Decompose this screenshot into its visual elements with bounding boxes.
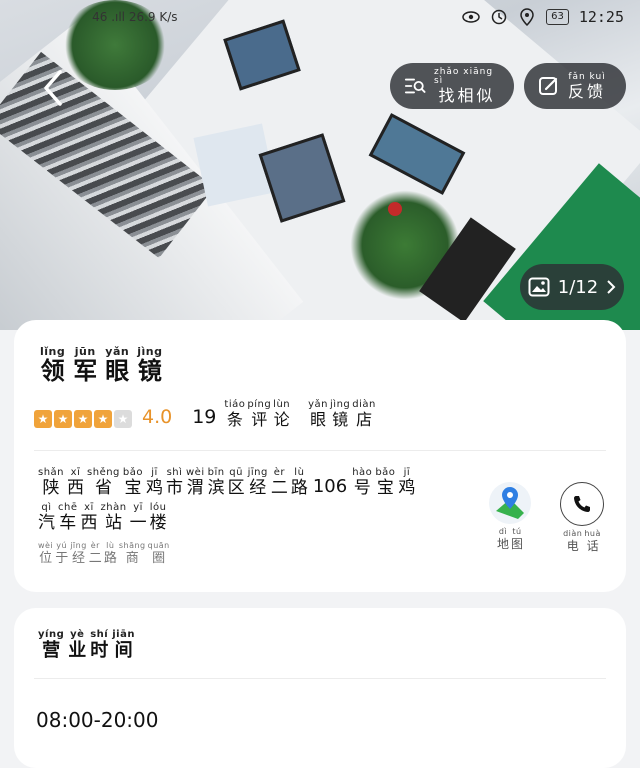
pinyin-char: yú 于 xyxy=(55,541,69,566)
store-name: lǐng 领 jūn 军 yǎn 眼 jìng 镜 xyxy=(40,346,163,383)
photo-flower xyxy=(388,202,402,216)
business-hours-time: 08:00-20:00 xyxy=(36,708,159,732)
business-hours-title: yíng 营 yè 业 shí 时 jiān 间 xyxy=(38,630,135,660)
pinyin-char: lù 路 xyxy=(290,467,308,498)
find-similar-icon xyxy=(404,78,426,94)
pinyin-char: lóu 楼 xyxy=(149,502,167,533)
alarm-icon xyxy=(490,8,508,26)
pinyin-char: yíng 营 xyxy=(38,629,65,661)
star-rating: ★ ★ ★ ★ ★ xyxy=(34,410,132,428)
pinyin-char: jìng 镜 xyxy=(137,345,163,385)
find-similar-button[interactable]: zhǎo xiāng sì 找相似 xyxy=(390,63,514,109)
pinyin-char: yǎn 眼 xyxy=(105,345,130,385)
location-icon xyxy=(518,8,536,26)
pinyin-char: lùn 论 xyxy=(273,399,291,429)
pinyin-char: èr 二 xyxy=(270,467,288,498)
star-icon: ★ xyxy=(34,410,52,428)
edit-icon xyxy=(539,77,558,95)
map-button[interactable]: dì 地 tú 图 xyxy=(480,482,540,550)
pinyin-char: shí 时 xyxy=(90,629,109,661)
pinyin-char: tiáo 条 xyxy=(224,399,246,429)
eye-icon xyxy=(462,8,480,26)
nearby-area: wèi 位 yú 于 jīng 经 èr 二 lù 路 shāng 商 quān 圈 xyxy=(38,541,170,566)
feedback-label: fǎn kuì 反馈 xyxy=(568,71,607,101)
divider xyxy=(34,450,606,451)
feedback-button[interactable]: fǎn kuì 反馈 xyxy=(524,63,626,109)
pinyin-char: dì 地 xyxy=(496,527,509,551)
back-button[interactable] xyxy=(36,68,72,108)
pinyin-char: huà 话 xyxy=(584,529,601,553)
gallery-counter: 1/12 xyxy=(557,276,599,298)
pinyin-char: shěng 省 xyxy=(87,467,120,498)
pinyin-char: hào 号 xyxy=(352,467,373,498)
pinyin-char: píng 评 xyxy=(247,399,272,429)
pinyin-char: jīng 经 xyxy=(70,541,87,566)
pinyin-char: jīng 经 xyxy=(247,467,268,498)
pinyin-char: wèi 渭 xyxy=(186,467,205,498)
battery-icon: 63 xyxy=(546,9,569,25)
review-label[interactable]: tiáo 条 píng 评 lùn 论 xyxy=(224,400,290,428)
pinyin-char: jìng 镜 xyxy=(330,399,351,429)
network-status: 46 .ıll 26.9 K/s xyxy=(92,10,178,24)
pinyin-char: yè 业 xyxy=(68,629,87,661)
pinyin-char: xī 西 xyxy=(67,467,85,498)
call-label: diàn 电 huà 话 xyxy=(563,529,601,553)
phone-icon xyxy=(560,482,604,526)
pinyin-char: chē 车 xyxy=(58,502,78,533)
rating-row: ★ ★ ★ ★ ★ 4.0 19 tiáo 条 píng 评 lùn 论 yǎn 眼 jìng 镜 dià… xyxy=(34,400,376,428)
pinyin-char: diàn 店 xyxy=(352,399,376,429)
store-address[interactable]: shǎn 陕 xī 西 shěng 省 bǎo 宝 jī 鸡 shì 市 wèi 渭 bīn 滨 qū 区 jīng… xyxy=(38,468,448,538)
pinyin-char: lǐng 领 xyxy=(40,345,66,385)
pinyin-char: bǎo 宝 xyxy=(375,467,396,498)
business-hours-card: yíng 营 yè 业 shí 时 jiān 间 08:00-20:00 xyxy=(14,608,626,768)
pinyin-char: lù 路 xyxy=(103,541,117,566)
map-icon xyxy=(489,482,531,524)
gallery-counter-button[interactable]: 1/12 xyxy=(520,264,624,310)
pinyin-char: zhàn 站 xyxy=(100,502,127,533)
clock: 12:25 xyxy=(578,8,624,26)
image-icon xyxy=(528,277,550,297)
pinyin-char: quān 圈 xyxy=(147,541,170,566)
pinyin-char: yī 一 xyxy=(129,502,147,533)
address-line: shǎn 陕 xī 西 shěng 省 bǎo 宝 jī 鸡 shì 市 wèi 渭 bīn 滨 qū 区 jīng… xyxy=(38,467,448,498)
star-icon: ★ xyxy=(54,410,72,428)
find-similar-label: zhǎo xiāng sì 找相似 xyxy=(433,67,496,105)
store-category: yǎn 眼 jìng 镜 diàn 店 xyxy=(308,400,376,428)
pinyin-char: shì 市 xyxy=(166,467,183,498)
chevron-left-icon xyxy=(44,70,62,106)
review-count[interactable]: 19 xyxy=(192,406,216,428)
pinyin-char: yǎn 眼 xyxy=(308,399,329,429)
star-icon: ★ xyxy=(114,410,132,428)
map-label: dì 地 tú 图 xyxy=(496,527,524,551)
pinyin-char: bǎo 宝 xyxy=(122,467,143,498)
pinyin-char: èr 二 xyxy=(88,541,102,566)
pinyin-char: shǎn 陕 xyxy=(38,467,65,498)
pinyin-char: tú 图 xyxy=(511,527,524,551)
pinyin-char: diàn 电 xyxy=(563,529,583,553)
pinyin-char: jī 鸡 xyxy=(398,467,416,498)
pinyin-char: jūn 军 xyxy=(73,345,98,385)
address-number: 106 xyxy=(312,476,348,497)
pinyin-char: shāng 商 xyxy=(118,541,146,566)
call-button[interactable]: diàn 电 huà 话 xyxy=(552,482,612,552)
divider xyxy=(34,678,606,679)
pinyin-char: qì 汽 xyxy=(38,502,55,533)
address-line: qì 汽 chē 车 xī 西 zhàn 站 yī 一 lóu 楼 xyxy=(38,503,448,532)
rating-score: 4.0 xyxy=(142,406,173,428)
star-icon: ★ xyxy=(74,410,92,428)
store-info-card: lǐng 领 jūn 军 yǎn 眼 jìng 镜 ★ ★ ★ ★ ★ 4.0 19 tiáo 条 pín… xyxy=(14,320,626,592)
chevron-right-icon xyxy=(607,280,616,294)
pinyin-char: qū 区 xyxy=(227,467,245,498)
status-bar: 46 .ıll 26.9 K/s 63 12:25 xyxy=(92,8,624,26)
pinyin-char: xī 西 xyxy=(80,502,98,533)
pinyin-char: bīn 滨 xyxy=(207,467,225,498)
pinyin-char: wèi 位 xyxy=(38,541,54,566)
pinyin-char: jiān 间 xyxy=(112,629,135,661)
pinyin-char: jī 鸡 xyxy=(146,467,163,498)
star-icon: ★ xyxy=(94,410,112,428)
